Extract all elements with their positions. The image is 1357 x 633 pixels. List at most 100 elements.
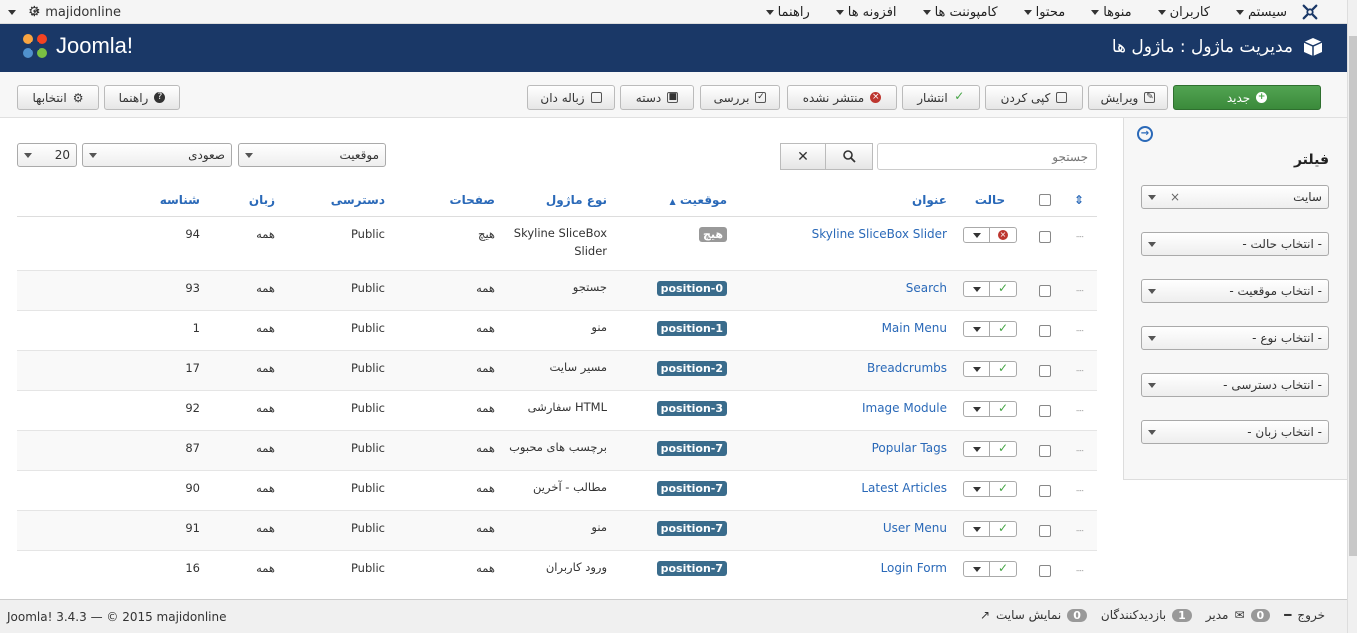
search-input[interactable] [877, 143, 1097, 170]
drag-handle-icon[interactable]: ⁞ [1074, 409, 1085, 411]
type-header[interactable]: نوع ماژول [499, 184, 611, 217]
row-actions-dropdown[interactable] [964, 228, 990, 242]
publish-toggle[interactable]: × [990, 228, 1016, 242]
limit-select[interactable]: 20 [17, 143, 77, 167]
sort-position-select[interactable]: موقعیت [238, 143, 386, 167]
drag-handle-icon[interactable]: ⁞ [1074, 289, 1085, 291]
menu-item[interactable]: محتوا [1023, 5, 1065, 20]
status-toggle[interactable]: ✓ [963, 361, 1017, 377]
status-toggle[interactable]: × [963, 227, 1017, 243]
vertical-scrollbar[interactable] [1347, 0, 1357, 633]
row-checkbox[interactable] [1039, 324, 1051, 337]
module-title-link[interactable]: Skyline SliceBox Slider [812, 227, 947, 241]
ordering-header[interactable]: ⇕ [1061, 184, 1097, 217]
publish-toggle[interactable]: ✓ [990, 282, 1016, 296]
publish-toggle[interactable]: ✓ [990, 362, 1016, 376]
batch-button[interactable]: ■ دسته [620, 85, 694, 110]
menu-item[interactable]: سیستم [1236, 5, 1287, 20]
row-actions-dropdown[interactable] [964, 322, 990, 336]
new-button[interactable]: + جدید [1173, 85, 1321, 110]
joomla-logo-icon[interactable] [1301, 3, 1319, 21]
module-title-link[interactable]: Popular Tags [872, 441, 947, 455]
language-header[interactable]: زبان [204, 184, 279, 217]
row-actions-dropdown[interactable] [964, 482, 990, 496]
search-button[interactable] [825, 143, 873, 170]
filter-select[interactable]: - انتخاب دسترسی - [1141, 373, 1329, 397]
logout-link[interactable]: خروج [1297, 608, 1325, 622]
clear-search-button[interactable]: ✕ [780, 143, 826, 170]
options-button[interactable]: ⚙ انتخابها [17, 85, 99, 110]
filter-select[interactable]: × سایت [1141, 185, 1329, 209]
status-toggle[interactable]: ✓ [963, 281, 1017, 297]
row-checkbox[interactable] [1039, 564, 1051, 577]
messages-count-badge[interactable]: 0 [1250, 608, 1271, 622]
unpublish-button[interactable]: × منتشر نشده [787, 85, 897, 110]
status-toggle[interactable]: ✓ [963, 561, 1017, 577]
scrollbar-thumb[interactable] [1349, 36, 1357, 556]
module-title-link[interactable]: Login Form [881, 561, 947, 575]
menu-item[interactable]: منوها [1091, 5, 1132, 20]
id-header[interactable]: شناسه [17, 184, 204, 217]
site-link[interactable]: majidonline [45, 5, 121, 20]
row-checkbox[interactable] [1039, 484, 1051, 497]
publish-toggle[interactable]: ✓ [990, 522, 1016, 536]
collapse-sidebar-icon[interactable]: → [1137, 126, 1153, 142]
row-actions-dropdown[interactable] [964, 282, 990, 296]
filter-select[interactable]: - انتخاب حالت - [1141, 232, 1329, 256]
row-actions-dropdown[interactable] [964, 522, 990, 536]
sort-order-select[interactable]: صعودی [82, 143, 232, 167]
publish-toggle[interactable]: ✓ [990, 482, 1016, 496]
access-header[interactable]: دسترسی [279, 184, 389, 217]
drag-handle-icon[interactable]: ⁞ [1074, 369, 1085, 371]
module-title-link[interactable]: Breadcrumbs [867, 361, 947, 375]
module-title-link[interactable]: Main Menu [882, 321, 947, 335]
edit-button[interactable]: ✎ ویرایش [1088, 85, 1168, 110]
title-header[interactable]: عنوان [731, 184, 951, 217]
copy-button[interactable]: کپی کردن [985, 85, 1083, 110]
menu-item[interactable]: کاربران [1157, 5, 1210, 20]
publish-toggle[interactable]: ✓ [990, 402, 1016, 416]
drag-handle-icon[interactable]: ⁞ [1074, 529, 1085, 531]
position-header[interactable]: موقعیت ▲ [611, 184, 731, 217]
drag-handle-icon[interactable]: ⁞ [1074, 569, 1085, 571]
filter-select[interactable]: - انتخاب نوع - [1141, 326, 1329, 350]
publish-button[interactable]: ✓ انتشار [902, 85, 980, 110]
module-title-link[interactable]: Image Module [862, 401, 947, 415]
trash-button[interactable]: زباله دان [527, 85, 615, 110]
row-actions-dropdown[interactable] [964, 562, 990, 576]
drag-handle-icon[interactable]: ⁞ [1074, 235, 1085, 237]
row-checkbox[interactable] [1039, 444, 1051, 457]
module-title-link[interactable]: Latest Articles [861, 481, 947, 495]
status-toggle[interactable]: ✓ [963, 441, 1017, 457]
brand[interactable]: Joomla! [20, 31, 133, 61]
help-button[interactable]: ? راهنما [104, 85, 180, 110]
row-checkbox[interactable] [1039, 284, 1051, 297]
status-toggle[interactable]: ✓ [963, 401, 1017, 417]
clear-filter-icon[interactable]: × [1170, 190, 1180, 204]
status-header[interactable]: حالت [951, 184, 1029, 217]
status-toggle[interactable]: ✓ [963, 481, 1017, 497]
menu-item[interactable]: افزونه ها [835, 5, 897, 20]
row-actions-dropdown[interactable] [964, 362, 990, 376]
drag-handle-icon[interactable]: ⁞ [1074, 449, 1085, 451]
row-checkbox[interactable] [1039, 364, 1051, 377]
pages-header[interactable]: صفحات [389, 184, 499, 217]
filter-select[interactable]: - انتخاب موقعیت - [1141, 279, 1329, 303]
external-link-icon[interactable]: ↗ [980, 608, 990, 622]
drag-handle-icon[interactable]: ⁞ [1074, 329, 1085, 331]
gear-icon[interactable]: ⚙ [28, 4, 41, 20]
select-all-checkbox[interactable] [1039, 194, 1051, 207]
user-menu-caret[interactable] [8, 10, 16, 15]
publish-toggle[interactable]: ✓ [990, 562, 1016, 576]
row-checkbox[interactable] [1039, 230, 1051, 243]
module-title-link[interactable]: User Menu [883, 521, 947, 535]
row-checkbox[interactable] [1039, 524, 1051, 537]
checkin-button[interactable]: ✓ بررسی [700, 85, 780, 110]
view-site-link[interactable]: نمایش سایت [996, 608, 1061, 622]
row-actions-dropdown[interactable] [964, 402, 990, 416]
status-toggle[interactable]: ✓ [963, 521, 1017, 537]
menu-item[interactable]: راهنما [765, 5, 810, 20]
row-checkbox[interactable] [1039, 404, 1051, 417]
filter-select[interactable]: - انتخاب زبان - [1141, 420, 1329, 444]
module-title-link[interactable]: Search [906, 281, 947, 295]
